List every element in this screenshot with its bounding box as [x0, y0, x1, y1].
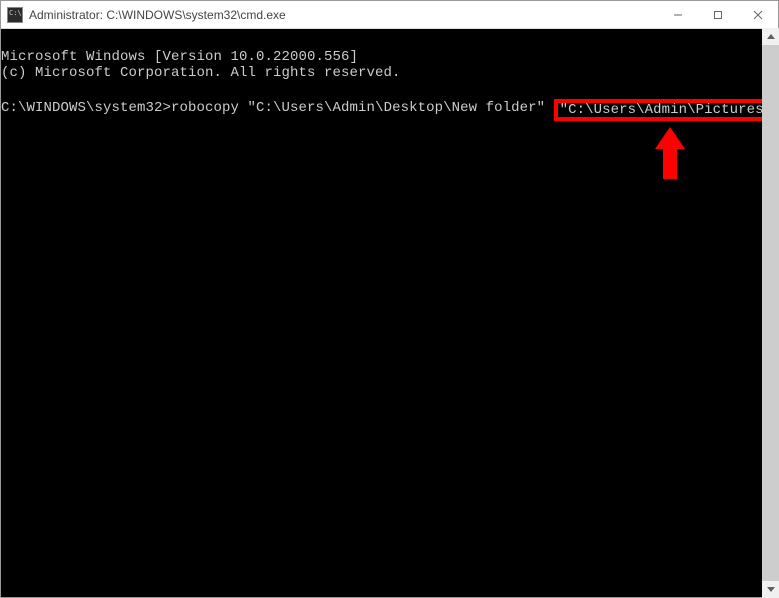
maximize-button[interactable]: [698, 1, 738, 28]
minimize-button[interactable]: [658, 1, 698, 28]
scroll-down-button[interactable]: [762, 581, 779, 598]
titlebar[interactable]: Administrator: C:\WINDOWS\system32\cmd.e…: [1, 1, 778, 29]
terminal-area[interactable]: Microsoft Windows [Version 10.0.22000.55…: [1, 29, 778, 597]
window-title: Administrator: C:\WINDOWS\system32\cmd.e…: [29, 8, 658, 22]
command-text: robocopy "C:\Users\Admin\Desktop\New fol…: [171, 100, 554, 116]
terminal-output-line: (c) Microsoft Corporation. All rights re…: [1, 65, 401, 81]
scroll-thumb[interactable]: [762, 45, 779, 581]
vertical-scrollbar[interactable]: [762, 28, 779, 598]
window-controls: [658, 1, 778, 28]
destination-path-highlighted: "C:\Users\Admin\Pictures\Copy": [554, 99, 778, 121]
terminal-output-line: Microsoft Windows [Version 10.0.22000.55…: [1, 49, 358, 65]
close-button[interactable]: [738, 1, 778, 28]
terminal-command-line: C:\WINDOWS\system32>robocopy "C:\Users\A…: [1, 100, 778, 116]
red-arrow-annotation: [650, 127, 690, 187]
cmd-window: Administrator: C:\WINDOWS\system32\cmd.e…: [0, 0, 779, 598]
cmd-icon: [7, 7, 23, 23]
scroll-up-button[interactable]: [762, 28, 779, 45]
prompt: C:\WINDOWS\system32>: [1, 100, 171, 116]
scroll-track[interactable]: [762, 45, 779, 581]
